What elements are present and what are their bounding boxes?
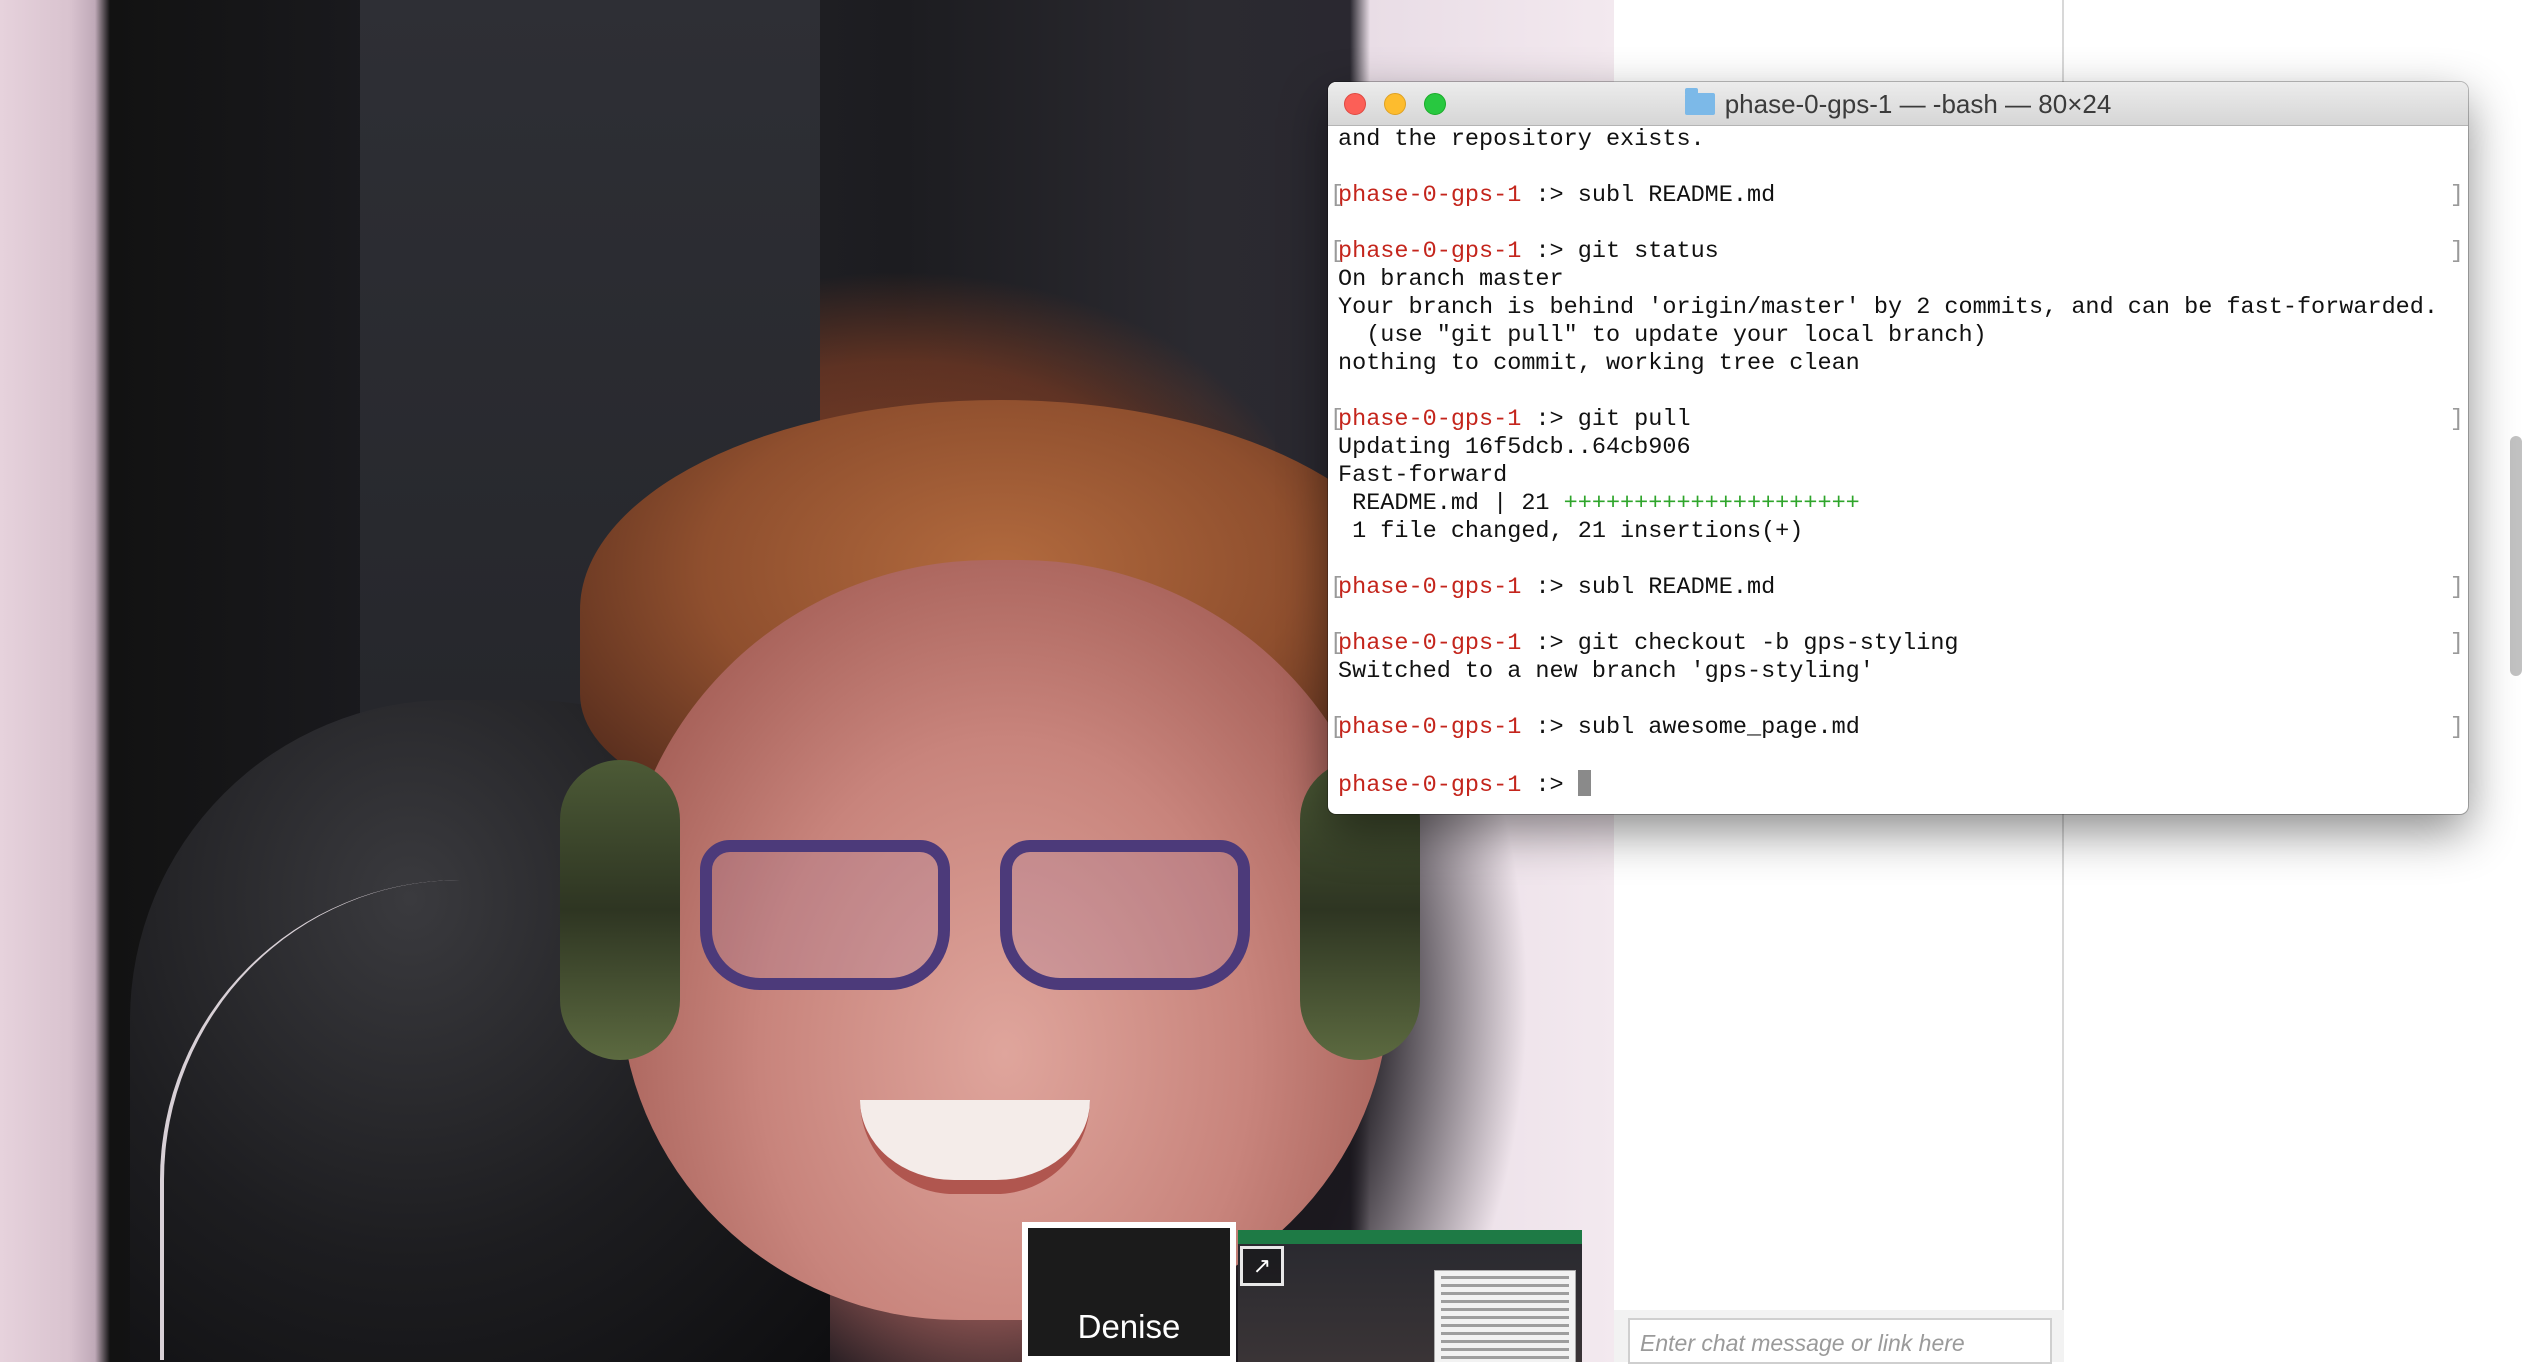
output-line: and the repository exists. bbox=[1338, 126, 1705, 153]
prompt: phase-0-gps-1 bbox=[1338, 574, 1522, 601]
command-text: subl README.md bbox=[1577, 574, 1776, 601]
command-text: subl awesome_page.md bbox=[1577, 714, 1860, 741]
output-line: nothing to commit, working tree clean bbox=[1338, 350, 1860, 377]
output-line: README.md | 21 +++++++++++++++++++++ bbox=[1338, 490, 2468, 518]
screenshare-thumbnail[interactable] bbox=[1238, 1230, 1582, 1362]
command-text: subl README.md bbox=[1577, 182, 1776, 209]
participant-name: Denise bbox=[1077, 1308, 1181, 1345]
text-cursor bbox=[1577, 770, 1591, 796]
prompt: phase-0-gps-1 bbox=[1338, 630, 1522, 657]
prompt-separator: :> bbox=[1521, 630, 1578, 657]
terminal-window[interactable]: phase-0-gps-1 — -bash — 80×24 and the re… bbox=[1328, 82, 2468, 814]
diffstat-text: README.md | 21 bbox=[1338, 490, 1564, 517]
expand-icon[interactable]: ↗ bbox=[1240, 1246, 1284, 1286]
prompt-separator: :> bbox=[1521, 238, 1578, 265]
prompt-separator: :> bbox=[1521, 182, 1578, 209]
command-text: git status bbox=[1577, 238, 1719, 265]
mini-terminal-preview bbox=[1434, 1270, 1576, 1362]
participant-glasses bbox=[700, 840, 1260, 1000]
command-line: [phase-0-gps-1 :> subl README.md] bbox=[1330, 574, 2464, 601]
command-text: git checkout -b gps-styling bbox=[1577, 630, 1959, 657]
terminal-title: phase-0-gps-1 — -bash — 80×24 bbox=[1724, 88, 2112, 119]
terminal-titlebar[interactable]: phase-0-gps-1 — -bash — 80×24 bbox=[1328, 82, 2468, 126]
active-prompt-line[interactable]: phase-0-gps-1 :> bbox=[1338, 770, 2468, 799]
output-line: On branch master bbox=[1338, 266, 1564, 293]
page-scrollbar[interactable] bbox=[2510, 436, 2522, 676]
output-line: (use "git pull" to update your local bra… bbox=[1338, 322, 1987, 349]
command-line: [phase-0-gps-1 :> subl README.md] bbox=[1330, 182, 2464, 209]
participant-thumbnail[interactable]: Denise bbox=[1022, 1222, 1236, 1362]
glasses-lens-right bbox=[1000, 840, 1250, 990]
prompt-separator: :> bbox=[1521, 574, 1578, 601]
prompt: phase-0-gps-1 bbox=[1338, 238, 1522, 265]
prompt-separator: :> bbox=[1521, 406, 1578, 433]
diffstat-plus: +++++++++++++++++++++ bbox=[1563, 490, 1860, 517]
output-line: Updating 16f5dcb..64cb906 bbox=[1338, 434, 1691, 461]
prompt: phase-0-gps-1 bbox=[1338, 714, 1522, 741]
folder-icon bbox=[1684, 88, 1715, 115]
output-line: Switched to a new branch 'gps-styling' bbox=[1338, 658, 1874, 685]
command-line: [phase-0-gps-1 :> git status] bbox=[1330, 238, 2464, 265]
prompt: phase-0-gps-1 bbox=[1338, 406, 1522, 433]
page-scroll-track bbox=[2504, 0, 2536, 1362]
prompt: phase-0-gps-1 bbox=[1338, 182, 1522, 209]
output-line: Your branch is behind 'origin/master' by… bbox=[1338, 294, 2438, 321]
chat-message-input[interactable]: Enter chat message or link here bbox=[1628, 1318, 2052, 1364]
terminal-output[interactable]: and the repository exists. [phase-0-gps-… bbox=[1328, 126, 2468, 814]
headset-left-ear bbox=[560, 760, 680, 1060]
output-line: Fast-forward bbox=[1338, 462, 1508, 489]
command-line: [phase-0-gps-1 :> git pull] bbox=[1330, 406, 2464, 433]
prompt-separator: :> bbox=[1521, 772, 1578, 799]
command-line: [phase-0-gps-1 :> subl awesome_page.md] bbox=[1330, 714, 2464, 741]
prompt: phase-0-gps-1 bbox=[1338, 772, 1522, 799]
command-line: [phase-0-gps-1 :> git checkout -b gps-st… bbox=[1330, 630, 2464, 657]
output-line: 1 file changed, 21 insertions(+) bbox=[1338, 518, 1804, 545]
glasses-lens-left bbox=[700, 840, 950, 990]
command-text: git pull bbox=[1577, 406, 1691, 433]
prompt-separator: :> bbox=[1521, 714, 1578, 741]
